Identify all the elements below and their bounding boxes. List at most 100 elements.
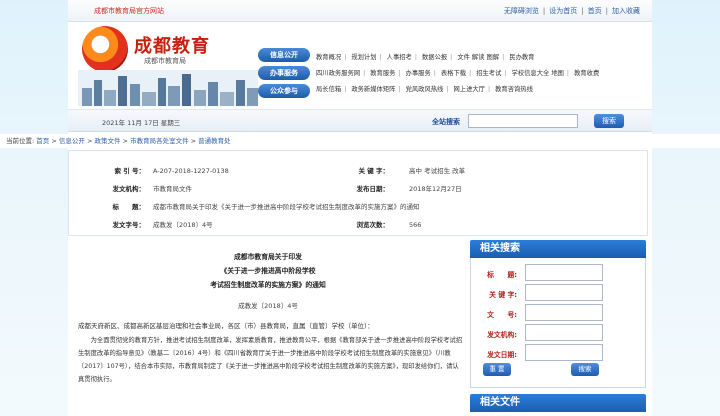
nav-link[interactable]: 办事服务 <box>406 70 431 77</box>
article-title-line: 考试招生制度改革的实施方案》的通知 <box>210 281 326 289</box>
page: { "top": { "site_tag": "成都市教育局官方网站", "li… <box>0 0 720 416</box>
breadcrumb: 当前位置: 首页 > 信息公开 > 政策文件 > 市教育局各处室文件 > 普通教… <box>0 134 720 148</box>
breadcrumb-item[interactable]: 首页 <box>36 137 49 145</box>
nav-link[interactable]: 政务新媒体矩阵 <box>351 86 395 93</box>
related-search-button[interactable]: 搜索 <box>571 363 599 376</box>
nav-link[interactable]: 教育服务 <box>370 70 395 77</box>
nav-row-3: 局长信箱 | 政务新媒体矩阵 | 党风政风热线 | 网上进大厅 | 教育咨询热线 <box>316 86 533 93</box>
banner-pill-buttons: 信息公开 办事服务 公众参与 <box>258 48 310 102</box>
article: 成都市教育局关于印发 《关于进一步推进高中阶段学校 考试招生制度改革的实施方案》… <box>68 238 468 416</box>
keyword-field-label: 关 键 字: <box>489 291 517 299</box>
title-field-label: 标 题: <box>487 271 517 279</box>
site-search-label: 全站搜索 <box>432 118 460 126</box>
index-value: A-207-2018-1227-0138 <box>153 167 229 175</box>
logo-title: 成都教育 <box>134 36 210 57</box>
nav-link[interactable]: 教育咨询热线 <box>495 86 533 93</box>
current-date: 2021年 11月 17日 星期三 <box>102 119 181 127</box>
doc-number-value: 成教发〔2018〕4号 <box>153 221 213 229</box>
breadcrumb-item[interactable]: 普通教育处 <box>198 137 231 145</box>
nav-link[interactable]: 学校信息大全 <box>512 70 550 77</box>
article-title-line: 《关于进一步推进高中阶段学校 <box>220 267 316 275</box>
nav-link[interactable]: 教育概况 <box>316 54 341 61</box>
info-disclosure-button[interactable]: 信息公开 <box>258 48 310 62</box>
search-field-row: 文 号: <box>477 304 645 324</box>
search-field-row: 标 题: <box>477 264 645 284</box>
nav-link[interactable]: 人事招考 <box>387 54 412 61</box>
issuer-field-label: 发文机构: <box>487 331 517 339</box>
keyword-label: 关 键 字： <box>358 167 389 175</box>
service-button[interactable]: 办事服务 <box>258 66 310 80</box>
nav-row-1: 教育概况 | 规划计划 | 人事招考 | 数据公报 | 文件 解读 图解 | 民办教育 <box>316 54 535 61</box>
date-field-label: 发文日期: <box>487 351 517 359</box>
nav-link[interactable]: 党风政风热线 <box>406 86 444 93</box>
article-body: 为全面贯彻党的教育方针，推进考试招生制度改革，发挥素质教育，推进教育公平，根据《… <box>78 337 463 383</box>
title-field-input[interactable] <box>525 264 603 281</box>
doc-number-label: 发文字号： <box>112 221 146 229</box>
article-doc-number: 成教发〔2018〕4号 <box>238 302 298 310</box>
title-value: 成都市教育局关于印发《关于进一步推进高中阶段学校考试招生制度改革的实施方案》的通… <box>153 203 420 211</box>
nav-link[interactable]: 地图 <box>551 70 564 77</box>
top-strip: 成都市教育局官方网站 无障碍浏览 | 设为首页 | 首页 | 加入收藏 <box>68 0 652 22</box>
favorite-link[interactable]: 加入收藏 <box>610 7 642 15</box>
nav-link[interactable]: 四川政务服务网 <box>316 70 360 77</box>
info-row: 发文字号： 成教发〔2018〕4号 浏览次数： 566 <box>69 217 647 233</box>
date-field-input[interactable] <box>525 344 603 361</box>
page-container: 成都市教育局官方网站 无障碍浏览 | 设为首页 | 首页 | 加入收藏 成都教育 成都市教育… <box>68 0 652 416</box>
nav-link[interactable]: 文件 <box>457 54 470 61</box>
nav-link[interactable]: 规划计划 <box>351 54 376 61</box>
public-participation-button[interactable]: 公众参与 <box>258 84 310 98</box>
title-label: 标 题： <box>112 203 146 211</box>
home-link[interactable]: 首页 <box>586 7 604 15</box>
keyword-field-input[interactable] <box>525 284 603 301</box>
info-row: 发文机构： 市教育局文件 发布日期： 2018年12月27日 <box>69 181 647 197</box>
nav-link[interactable]: 解读 <box>472 54 485 61</box>
banner-nav: 教育概况 | 规划计划 | 人事招考 | 数据公报 | 文件 解读 图解 | 民办教育 四… <box>316 50 646 98</box>
document-info-box: 索 引 号： A-207-2018-1227-0138 关 键 字： 高中 考试… <box>68 150 648 236</box>
accessibility-link[interactable]: 无障碍浏览 <box>502 7 541 15</box>
breadcrumb-item[interactable]: 信息公开 <box>59 137 85 145</box>
site-search-input[interactable] <box>468 114 578 128</box>
search-field-row: 发文机构: <box>477 324 645 344</box>
breadcrumb-prefix: 当前位置: <box>6 137 35 145</box>
doc-number-field-input[interactable] <box>525 304 603 321</box>
keyword-value: 高中 考试招生 改革 <box>409 167 466 175</box>
related-search-heading: 相关搜索 <box>470 240 646 258</box>
views-label: 浏览次数： <box>356 221 390 229</box>
info-row: 索 引 号： A-207-2018-1227-0138 关 键 字： 高中 考试… <box>69 163 647 179</box>
nav-link[interactable]: 数据公报 <box>422 54 447 61</box>
nav-link[interactable]: 民办教育 <box>509 54 534 61</box>
doc-number-field-label: 文 号: <box>487 311 517 319</box>
set-home-link[interactable]: 设为首页 <box>547 7 579 15</box>
logo[interactable]: 成都教育 成都市教育局 <box>78 26 258 106</box>
nav-link[interactable]: 教育收费 <box>574 70 599 77</box>
reset-button[interactable]: 重 置 <box>483 363 511 376</box>
site-search-button[interactable]: 搜索 <box>594 114 624 128</box>
nav-row-2: 四川政务服务网 | 教育服务 | 办事服务 | 表格下载 | 招生考试 | 学校信息大全 … <box>316 70 600 77</box>
related-search-panel: 相关搜索 标 题: 关 键 字: 文 号: 发文机构: 发文日期: 重 置 搜索… <box>470 240 646 416</box>
publish-date-value: 2018年12月27日 <box>409 185 462 193</box>
article-addressee: 成都天府新区、成都高新区基层治理和社会事业局，各区（市）县教育局，直属（直管）学… <box>78 322 374 330</box>
city-skyline-icon <box>78 70 258 106</box>
related-search-form: 标 题: 关 键 字: 文 号: 发文机构: 发文日期: 重 置 搜索 <box>470 258 646 388</box>
nav-link[interactable]: 局长信箱 <box>316 86 341 93</box>
logo-emblem-icon <box>82 26 128 72</box>
publish-date-label: 发布日期： <box>356 185 390 193</box>
index-label: 索 引 号： <box>114 167 145 175</box>
nav-link[interactable]: 网上进大厅 <box>453 86 484 93</box>
info-row: 标 题： 成都市教育局关于印发《关于进一步推进高中阶段学校考试招生制度改革的实施… <box>69 199 647 215</box>
nav-link[interactable]: 表格下载 <box>441 70 466 77</box>
related-files-heading: 相关文件 <box>470 394 646 412</box>
nav-link[interactable]: 招生考试 <box>476 70 501 77</box>
views-value: 566 <box>409 221 422 229</box>
issuer-label: 发文机构： <box>112 185 146 193</box>
site-tag: 成都市教育局官方网站 <box>94 7 164 15</box>
banner: 成都教育 成都市教育局 信息公开 办事服务 公众参与 教育概况 | 规划计划 |… <box>68 22 652 110</box>
breadcrumb-item[interactable]: 政策文件 <box>94 137 120 145</box>
article-title-line: 成都市教育局关于印发 <box>234 253 302 261</box>
search-field-row: 发文日期: <box>477 344 645 364</box>
issuer-field-input[interactable] <box>525 324 603 341</box>
breadcrumb-item[interactable]: 市教育局各处室文件 <box>130 137 189 145</box>
logo-subtitle: 成都市教育局 <box>144 57 186 65</box>
issuer-value: 市教育局文件 <box>153 185 192 193</box>
nav-link[interactable]: 图解 <box>487 54 500 61</box>
